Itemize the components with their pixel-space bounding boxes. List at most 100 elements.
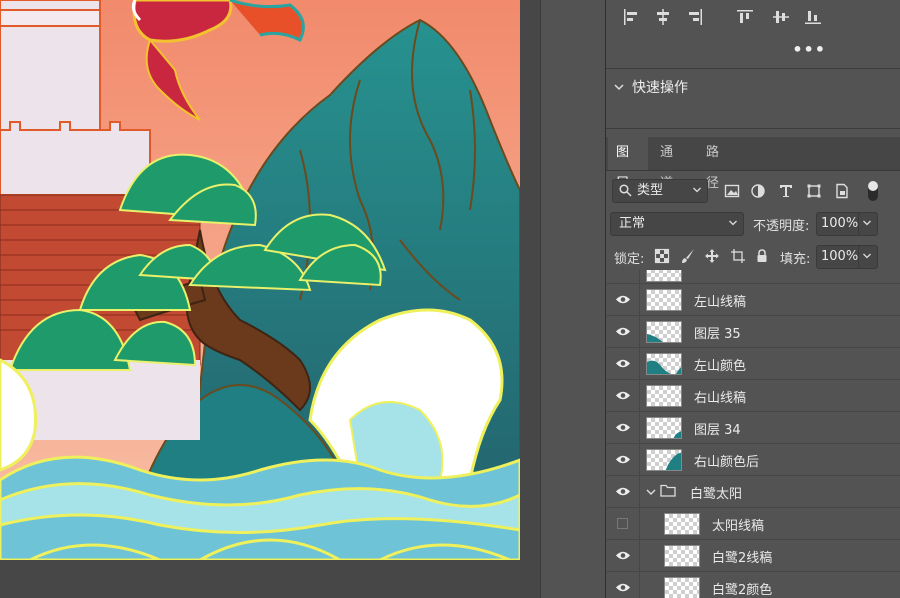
visibility-cell[interactable] — [606, 444, 640, 475]
lock-position-move-icon[interactable] — [704, 248, 720, 264]
layer-name[interactable]: 右山线稿 — [694, 387, 746, 406]
panel-dock-rail — [540, 0, 606, 598]
align-top-icon[interactable] — [736, 8, 754, 26]
filter-smart-object-icon[interactable] — [834, 183, 850, 199]
layer-name[interactable]: 太阳线稿 — [712, 515, 764, 534]
layer-thumbnail — [646, 321, 682, 343]
visibility-cell[interactable] — [606, 380, 640, 411]
layer-thumbnail — [646, 417, 682, 439]
layers-list[interactable]: 左山线稿 图层 35 左山颜色 右山线稿 图层 34 右山颜色后 白鹭太阳 太阳… — [606, 270, 900, 598]
align-hcenter-icon[interactable] — [654, 8, 672, 26]
eye-icon[interactable] — [615, 550, 631, 561]
visibility-cell[interactable] — [606, 348, 640, 379]
eye-icon[interactable] — [615, 358, 631, 369]
layer-thumbnail — [646, 270, 682, 282]
eye-icon[interactable] — [615, 390, 631, 401]
eye-icon[interactable] — [615, 486, 631, 497]
opacity-dropdown-button[interactable] — [858, 212, 878, 236]
align-bottom-icon[interactable] — [804, 8, 822, 26]
visibility-cell[interactable] — [606, 316, 640, 347]
eye-icon[interactable] — [615, 326, 631, 337]
eye-icon[interactable] — [615, 582, 631, 593]
chevron-down-icon — [729, 220, 737, 226]
filter-toggle[interactable] — [868, 181, 878, 201]
layer-row[interactable]: 右山颜色后 — [606, 443, 900, 475]
layer-filter-select[interactable]: 类型 — [612, 179, 708, 203]
canvas-workspace[interactable] — [0, 0, 540, 598]
blend-mode-select[interactable]: 正常 — [610, 212, 744, 236]
layer-row[interactable]: 左山颜色 — [606, 347, 900, 379]
filter-label: 类型 — [637, 183, 664, 198]
align-right-icon[interactable] — [686, 8, 704, 26]
lock-label: 锁定: — [614, 252, 645, 267]
layer-name[interactable]: 左山颜色 — [694, 355, 746, 374]
layer-name[interactable]: 左山线稿 — [694, 291, 746, 310]
layers-panel-column: ••• 快速操作 图层 通道 路径 类型 正常 不透明度: 100% 锁定: 填… — [606, 0, 900, 598]
fill-dropdown-button[interactable] — [858, 245, 878, 269]
castle-battlements — [0, 121, 151, 196]
eye-icon[interactable] — [615, 422, 631, 433]
layer-row[interactable]: 图层 34 — [606, 411, 900, 443]
layer-thumbnail — [664, 577, 700, 598]
hidden-visibility-box[interactable] — [617, 518, 628, 529]
filter-type-icon[interactable] — [778, 183, 794, 199]
lock-pixels-brush-icon[interactable] — [680, 248, 696, 264]
divider — [606, 128, 900, 129]
opacity-value: 100% — [821, 216, 859, 231]
chevron-down-icon — [863, 253, 871, 259]
layer-name[interactable]: 白鹭2颜色 — [712, 579, 772, 598]
tab-paths[interactable]: 路径 — [698, 137, 738, 191]
chevron-down-icon — [693, 187, 701, 193]
align-toolbar — [606, 0, 900, 40]
layer-name[interactable]: 图层 34 — [694, 419, 741, 438]
chevron-down-icon — [614, 84, 624, 91]
lock-all-icon[interactable] — [754, 248, 770, 264]
visibility-cell[interactable] — [606, 572, 640, 598]
castle-tower-top — [0, 9, 101, 27]
layer-row[interactable]: 白鹭2线稿 — [606, 539, 900, 571]
eye-icon[interactable] — [615, 294, 631, 305]
layer-row[interactable]: 图层 35 — [606, 315, 900, 347]
tab-channels[interactable]: 通道 — [652, 137, 692, 191]
chevron-down-icon — [863, 220, 871, 226]
more-options-button[interactable]: ••• — [792, 40, 826, 59]
layer-name[interactable]: 图层 35 — [694, 323, 741, 342]
layer-row[interactable]: 左山线稿 — [606, 283, 900, 315]
layer-row[interactable]: 白鹭2颜色 — [606, 571, 900, 598]
search-icon — [619, 184, 632, 197]
panel-tabs: 图层 通道 路径 — [606, 137, 900, 191]
layer-thumbnail — [646, 385, 682, 407]
tab-layers[interactable]: 图层 — [608, 137, 648, 191]
fill-label: 填充: — [780, 252, 811, 267]
lock-artboard-icon[interactable] — [730, 248, 746, 264]
layer-name[interactable]: 白鹭2线稿 — [712, 547, 772, 566]
quick-actions-label: 快速操作 — [632, 80, 688, 96]
visibility-cell[interactable] — [606, 476, 640, 507]
lock-transparency-icon[interactable] — [654, 248, 670, 264]
layer-row[interactable]: 右山线稿 — [606, 379, 900, 411]
visibility-cell[interactable] — [606, 412, 640, 443]
layer-group-row[interactable]: 白鹭太阳 — [606, 475, 900, 507]
layer-thumbnail — [646, 289, 682, 311]
folder-icon — [660, 484, 676, 497]
chevron-down-icon[interactable] — [646, 487, 656, 497]
layer-thumbnail — [646, 449, 682, 471]
visibility-cell[interactable] — [606, 284, 640, 315]
layer-group-name[interactable]: 白鹭太阳 — [690, 483, 742, 502]
filter-pixel-icon[interactable] — [724, 183, 740, 199]
visibility-cell[interactable] — [606, 540, 640, 571]
filter-adjustment-icon[interactable] — [750, 183, 766, 199]
visibility-cell[interactable] — [606, 508, 640, 539]
artwork-canvas[interactable] — [0, 0, 520, 560]
fill-value: 100% — [821, 249, 859, 264]
align-left-icon[interactable] — [622, 8, 640, 26]
layer-thumbnail — [646, 353, 682, 375]
divider — [606, 68, 900, 69]
eye-icon[interactable] — [615, 454, 631, 465]
layer-row[interactable]: 太阳线稿 — [606, 507, 900, 539]
layer-thumbnail — [664, 513, 700, 535]
layer-name[interactable]: 右山颜色后 — [694, 451, 759, 470]
align-vcenter-icon[interactable] — [772, 8, 790, 26]
quick-actions-header[interactable]: 快速操作 — [614, 77, 688, 97]
filter-shape-icon[interactable] — [806, 183, 822, 199]
